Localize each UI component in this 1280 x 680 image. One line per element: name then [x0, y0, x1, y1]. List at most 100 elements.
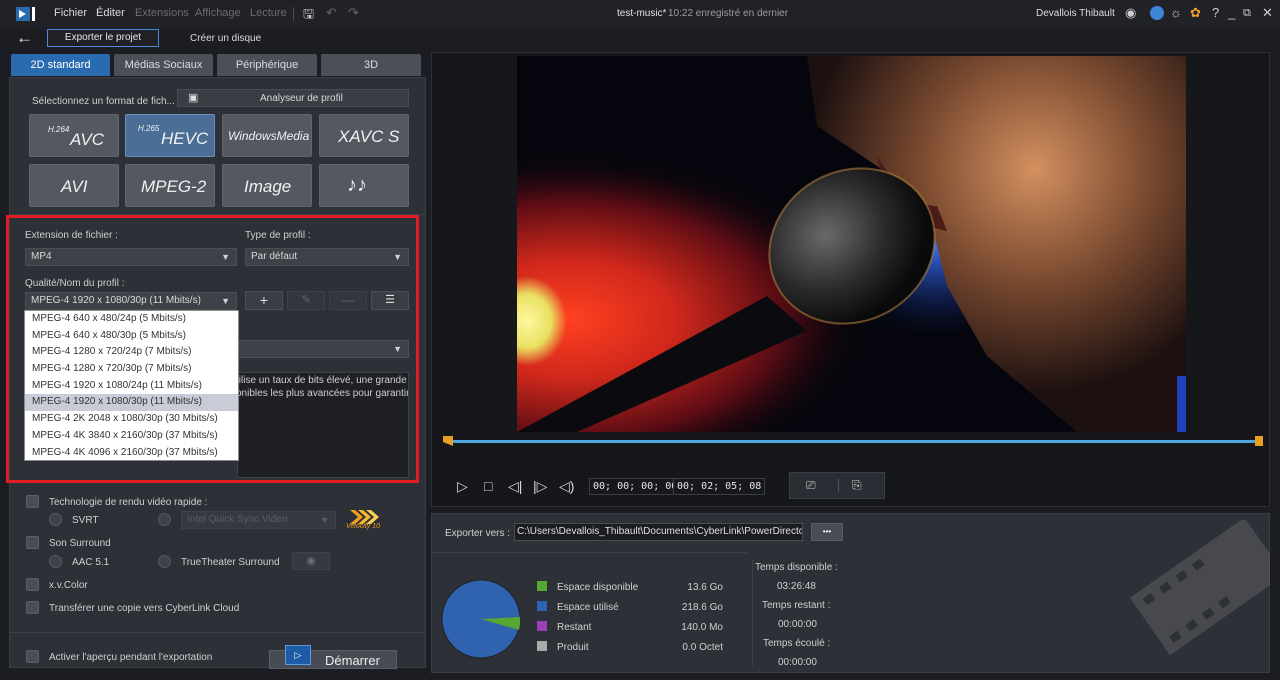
redo-icon[interactable]: ↷ [348, 5, 359, 21]
timeline-scrubber[interactable] [447, 440, 1260, 443]
profile-analyzer-button[interactable]: ▣ Analyseur de profil [177, 89, 409, 107]
account-icon[interactable]: ◉ [1125, 5, 1136, 21]
tab-3d[interactable]: 3D [321, 54, 421, 76]
time-available-label: Temps disponible : [755, 562, 838, 573]
menu-extensions[interactable]: Extensions [135, 7, 189, 19]
export-project-button[interactable]: Exporter le projet [47, 29, 159, 47]
legend-swatch-used [537, 601, 547, 611]
truetheater-radio[interactable] [158, 555, 171, 568]
snapshot-divider [838, 479, 839, 492]
menu-divider [293, 7, 294, 21]
velocity-logo-text: Velocity 10 [346, 523, 380, 530]
undo-icon[interactable]: ↶ [326, 5, 337, 21]
surround-checkbox[interactable] [26, 536, 39, 549]
start-label: Démarrer [325, 653, 380, 668]
intel-radio[interactable] [158, 513, 171, 526]
capture-icon[interactable]: ⎘ [852, 478, 862, 493]
svrt-label: SVRT [72, 515, 99, 526]
format-mpeg2-button[interactable]: MPEG-2 [125, 164, 215, 207]
menu-view[interactable]: Affichage [195, 7, 241, 19]
help-icon[interactable]: ? [1212, 5, 1219, 20]
legend-swatch-remaining [537, 621, 547, 631]
total-timecode[interactable]: 00; 02; 05; 08 [673, 478, 766, 495]
export-path-input[interactable]: C:\Users\Devallois_Thibault\Documents\Cy… [514, 523, 803, 541]
restore-icon[interactable]: ⧉ [1243, 7, 1251, 20]
list-item[interactable]: MPEG-4 1280 x 720/30p (7 Mbits/s) [25, 361, 238, 378]
cloud-checkbox[interactable] [26, 601, 39, 614]
cloud-label: Transférer une copie vers CyberLink Clou… [49, 603, 240, 614]
list-item[interactable]: MPEG-4 1920 x 1080/24p (11 Mbits/s) [25, 378, 238, 395]
list-item-selected[interactable]: MPEG-4 1920 x 1080/30p (11 Mbits/s) [25, 394, 238, 412]
intel-quicksync-select[interactable]: Intel Quick Sync Video ▼ [181, 511, 336, 529]
format-windowsmedia-button[interactable]: WindowsMedia [222, 114, 312, 157]
list-item[interactable]: MPEG-4 2K 2048 x 1080/30p (30 Mbits/s) [25, 411, 238, 428]
legend-swatch-produced [537, 641, 547, 651]
create-disc-button[interactable]: Créer un disque [190, 33, 261, 44]
fast-render-checkbox[interactable] [26, 495, 39, 508]
menu-edit[interactable]: Éditer [96, 7, 125, 19]
format-xavcs-button[interactable]: XAVC S [319, 114, 409, 157]
format-hevc-button[interactable]: H.265 HEVC [125, 114, 215, 157]
list-item[interactable]: MPEG-4 4K 4096 x 2160/30p (37 Mbits/s) [25, 445, 238, 462]
preview-checkbox[interactable] [26, 650, 39, 663]
back-arrow-icon[interactable]: ← [16, 28, 33, 48]
format-image-button[interactable]: Image [222, 164, 312, 207]
snapshot-icon[interactable]: ⎚ [806, 478, 816, 493]
start-button[interactable]: ▷ Démarrer [269, 645, 397, 669]
volume-icon[interactable]: ◁) [559, 478, 574, 495]
mode-bar: ← Exporter le projet Créer un disque [0, 28, 1280, 52]
timeline-end-marker[interactable] [1255, 436, 1263, 446]
disk-space-pie-chart [441, 579, 521, 659]
legend-label-remaining: Restant [557, 622, 592, 633]
title-bar: Fichier Éditer Extensions Affichage Lect… [0, 0, 1280, 28]
svrt-radio[interactable] [49, 513, 62, 526]
legend-label-used: Espace utilisé [557, 602, 619, 613]
time-elapsed-value: 00:00:00 [778, 657, 817, 668]
play-icon[interactable]: ▷ [457, 478, 468, 495]
tab-device[interactable]: Périphérique [217, 54, 317, 76]
previous-frame-icon[interactable]: ◁| [508, 478, 522, 495]
time-divider [752, 560, 753, 666]
format-avc-button[interactable]: H.264 AVC [29, 114, 119, 157]
list-item[interactable]: MPEG-4 1280 x 720/24p (7 Mbits/s) [25, 344, 238, 361]
start-icon: ▷ [285, 645, 311, 665]
legend-label-produced: Produit [557, 642, 589, 653]
quality-dropdown-list[interactable]: MPEG-4 640 x 480/24p (5 Mbits/s) MPEG-4 … [24, 310, 239, 461]
app-logo [16, 5, 38, 23]
truetheater-preview-button[interactable]: ◉ [292, 552, 330, 570]
menu-playback[interactable]: Lecture [250, 7, 287, 19]
truetheater-label: TrueTheater Surround [181, 557, 280, 568]
notification-icon[interactable] [1150, 6, 1164, 20]
velocity-logo: Velocity 10 [344, 510, 396, 532]
menu-file[interactable]: Fichier [54, 7, 87, 19]
list-item[interactable]: MPEG-4 640 x 480/30p (5 Mbits/s) [25, 328, 238, 345]
fast-render-label: Technologie de rendu vidéo rapide : [49, 497, 208, 508]
next-frame-icon[interactable]: |▷ [533, 478, 547, 495]
project-name: test-music* [617, 8, 667, 19]
format-image-label: Image [244, 177, 292, 196]
close-icon[interactable]: ✕ [1262, 5, 1273, 21]
legend-label-available: Espace disponible [557, 582, 639, 593]
video-frame-image [517, 56, 1186, 432]
format-avi-label: AVI [61, 177, 88, 196]
settings-icon[interactable]: ☼ [1170, 5, 1182, 20]
tab-2d-standard[interactable]: 2D standard [11, 54, 110, 76]
stop-icon[interactable]: □ [484, 478, 492, 494]
options-divider [10, 632, 425, 633]
xvcolor-checkbox[interactable] [26, 578, 39, 591]
list-item[interactable]: MPEG-4 4K 3840 x 2160/30p (37 Mbits/s) [25, 428, 238, 445]
format-audio-button[interactable]: ♪♪ [319, 164, 409, 207]
user-name[interactable]: Devallois Thibault [1036, 8, 1115, 19]
aac-label: AAC 5.1 [72, 557, 110, 568]
aac-radio[interactable] [49, 555, 62, 568]
tab-social-media[interactable]: Médias Sociaux [114, 54, 213, 76]
format-avi-button[interactable]: AVI [29, 164, 119, 207]
legend-value-produced: 0.0 Octet [682, 642, 723, 653]
legend-value-used: 218.6 Go [681, 602, 723, 613]
browse-button[interactable]: ••• [811, 523, 843, 541]
save-icon[interactable]: 🖫 [303, 5, 314, 27]
list-item[interactable]: MPEG-4 640 x 480/24p (5 Mbits/s) [25, 311, 238, 328]
current-timecode[interactable]: 00; 00; 00; 00 [589, 478, 682, 495]
minimize-icon[interactable]: _ [1228, 5, 1235, 20]
upgrade-icon[interactable]: ✿ [1190, 5, 1201, 21]
